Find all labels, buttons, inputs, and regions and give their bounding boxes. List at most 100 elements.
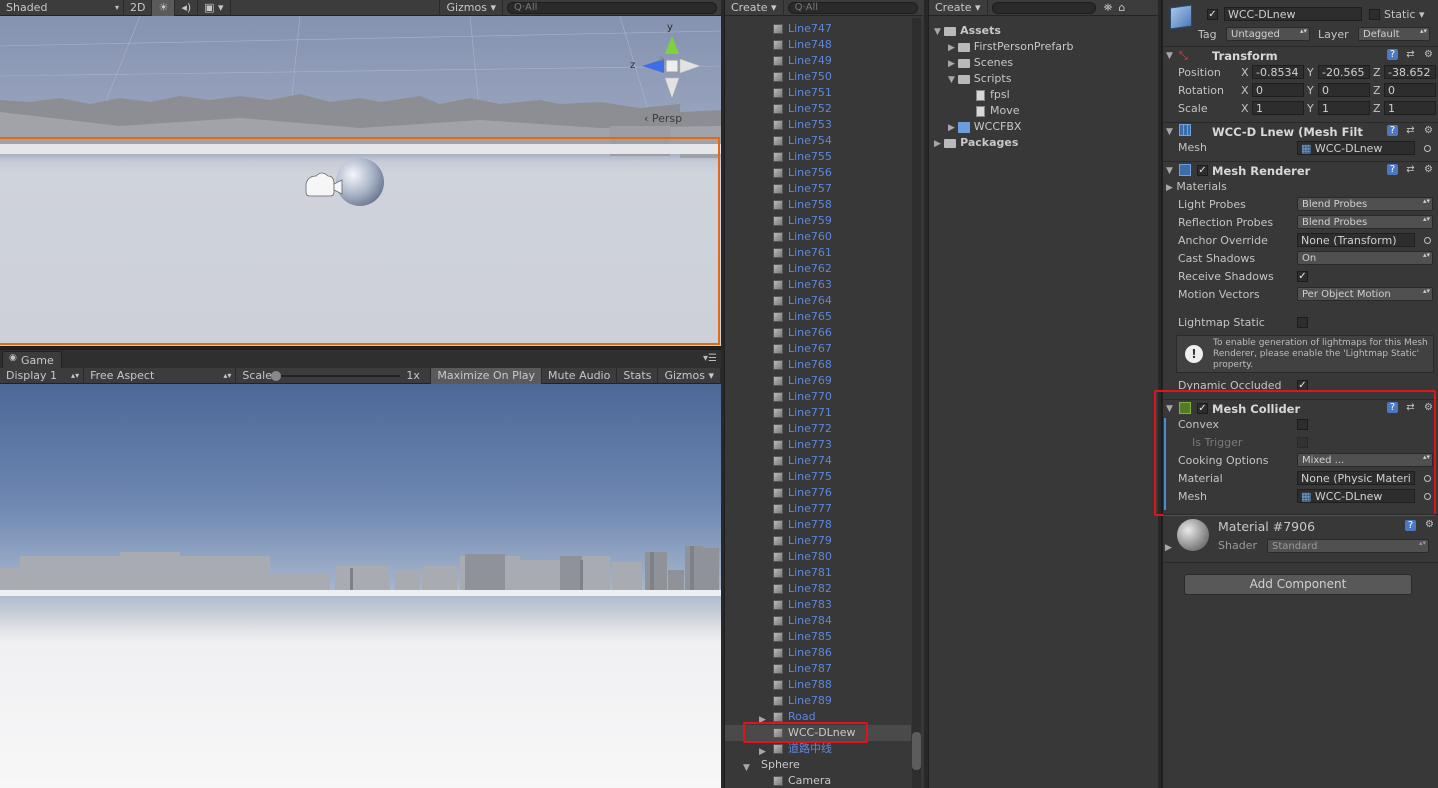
preset-icon[interactable]: ⇄ <box>1405 49 1416 60</box>
hierarchy-item[interactable]: Line764 <box>725 293 911 309</box>
project-search-input[interactable] <box>991 1 1096 14</box>
gear-icon[interactable]: ⚙ <box>1423 125 1434 136</box>
effects-dropdown-icon[interactable]: ▣ ▾ <box>198 0 231 16</box>
preset-icon[interactable]: ⇄ <box>1405 125 1416 136</box>
hierarchy-scroll-thumb[interactable] <box>912 732 921 770</box>
materials-foldout[interactable]: ▶ Materials <box>1166 180 1227 193</box>
lighting-toggle-icon[interactable]: ☀ <box>152 0 176 16</box>
mesh-filter-header[interactable]: ▼ WCC-D Lnew (Mesh Filt ? ⇄ ⚙ <box>1163 122 1438 140</box>
hierarchy-item[interactable]: Line768 <box>725 357 911 373</box>
hierarchy-item[interactable]: Line775 <box>725 469 911 485</box>
static-checkbox[interactable] <box>1369 9 1380 20</box>
scale-y-field[interactable]: 1 <box>1318 101 1370 115</box>
position-axis-label[interactable]: X <box>1241 66 1249 79</box>
help-icon[interactable]: ? <box>1387 49 1398 60</box>
rotation-axis-label[interactable]: Y <box>1307 84 1314 97</box>
mesh-renderer-enabled-checkbox[interactable]: ✓ <box>1197 165 1208 176</box>
hierarchy-item[interactable]: Line750 <box>725 69 911 85</box>
folder-firstpersonprefarb[interactable]: ▶ FirstPersonPrefarb <box>948 39 1074 55</box>
light-probes-dropdown[interactable]: Blend Probes <box>1297 197 1433 211</box>
hierarchy-item[interactable]: Line785 <box>725 629 911 645</box>
hierarchy-item[interactable]: Line774 <box>725 453 911 469</box>
hierarchy-item[interactable]: Line766 <box>725 325 911 341</box>
hierarchy-item[interactable]: Line783 <box>725 597 911 613</box>
hierarchy-item[interactable]: Line754 <box>725 133 911 149</box>
gear-icon[interactable]: ⚙ <box>1423 164 1434 175</box>
game-view[interactable] <box>0 384 721 788</box>
scale-axis-label[interactable]: X <box>1241 102 1249 115</box>
motion-vectors-dropdown[interactable]: Per Object Motion <box>1297 287 1433 301</box>
cast-shadows-dropdown[interactable]: On <box>1297 251 1433 265</box>
audio-toggle-icon[interactable]: ◂) <box>175 0 199 16</box>
hierarchy-item[interactable]: Line782 <box>725 581 911 597</box>
hierarchy-item[interactable]: Line777 <box>725 501 911 517</box>
active-checkbox[interactable]: ✓ <box>1207 9 1218 20</box>
layer-dropdown[interactable]: Default <box>1358 27 1430 41</box>
hierarchy-item[interactable]: Line760 <box>725 229 911 245</box>
folder-scenes[interactable]: ▶ Scenes <box>948 55 1013 71</box>
add-component-button[interactable]: Add Component <box>1184 574 1412 595</box>
file-move[interactable]: Move <box>976 103 1020 119</box>
scale-z-field[interactable]: 1 <box>1384 101 1436 115</box>
hierarchy-item[interactable]: Line765 <box>725 309 911 325</box>
hierarchy-item[interactable]: Line751 <box>725 85 911 101</box>
persp-label[interactable]: ‹ Persp <box>644 112 682 125</box>
display-dropdown[interactable]: Display 1 ▴▾ <box>0 367 85 384</box>
filter-label-icon[interactable]: ⌂ <box>1118 1 1125 14</box>
rotation-z-field[interactable]: 0 <box>1384 83 1436 97</box>
mesh-renderer-header[interactable]: ▼ ✓ Mesh Renderer ? ⇄ ⚙ <box>1163 161 1438 179</box>
scale-thumb[interactable] <box>271 370 282 381</box>
mesh-filter-mesh-field[interactable]: ▦ WCC-DLnew <box>1297 141 1415 155</box>
hierarchy-item[interactable]: Line758 <box>725 197 911 213</box>
hierarchy-item[interactable]: Line755 <box>725 149 911 165</box>
transform-header[interactable]: ▼ ⤡ Transform ? ⇄ ⚙ <box>1163 46 1438 64</box>
reflection-probes-dropdown[interactable]: Blend Probes <box>1297 215 1433 229</box>
hierarchy-item[interactable]: Line776 <box>725 485 911 501</box>
hierarchy-item[interactable]: Line749 <box>725 53 911 69</box>
help-icon[interactable]: ? <box>1387 125 1398 136</box>
gear-icon[interactable]: ⚙ <box>1423 49 1434 60</box>
rotation-y-field[interactable]: 0 <box>1318 83 1370 97</box>
tab-menu-icon[interactable]: ▾☰ <box>703 353 717 364</box>
hierarchy-item[interactable]: Line763 <box>725 277 911 293</box>
object-picker-icon[interactable] <box>1424 237 1431 244</box>
hierarchy-item[interactable]: Line767 <box>725 341 911 357</box>
asset-wccfbx[interactable]: ▶ WCCFBX <box>948 119 1021 135</box>
hierarchy-item[interactable]: Line759 <box>725 213 911 229</box>
hierarchy-item[interactable]: Line770 <box>725 389 911 405</box>
hierarchy-item[interactable]: Line789 <box>725 693 911 709</box>
hierarchy-item-camera[interactable]: Camera <box>725 773 911 788</box>
rotation-axis-label[interactable]: Z <box>1373 84 1381 97</box>
file-fpsl[interactable]: fpsl <box>976 87 1010 103</box>
hierarchy-item[interactable]: Line773 <box>725 437 911 453</box>
hierarchy-item[interactable]: Line757 <box>725 181 911 197</box>
game-gizmos-dropdown[interactable]: Gizmos ▾ <box>658 367 721 384</box>
hierarchy-item[interactable]: Line786 <box>725 645 911 661</box>
hierarchy-item-sphere[interactable]: ▼ Sphere <box>725 757 911 773</box>
scale-x-field[interactable]: 1 <box>1252 101 1304 115</box>
scene-gizmos-dropdown[interactable]: Gizmos ▾ <box>439 0 503 16</box>
scale-axis-label[interactable]: Y <box>1307 102 1314 115</box>
object-name-field[interactable]: WCC-DLnew <box>1224 7 1362 21</box>
rotation-axis-label[interactable]: X <box>1241 84 1249 97</box>
position-x-field[interactable]: -0.8534 <box>1252 65 1304 79</box>
anchor-override-field[interactable]: None (Transform) <box>1297 233 1415 247</box>
hierarchy-scrollbar[interactable] <box>912 18 921 788</box>
help-icon[interactable]: ? <box>1405 520 1416 531</box>
hierarchy-item[interactable]: Line772 <box>725 421 911 437</box>
position-axis-label[interactable]: Z <box>1373 66 1381 79</box>
folder-assets[interactable]: ▼ Assets <box>934 23 1001 39</box>
hierarchy-item[interactable]: Line780 <box>725 549 911 565</box>
object-picker-icon[interactable] <box>1424 145 1431 152</box>
tab-game[interactable]: ◉ Game <box>2 351 62 368</box>
mute-audio-toggle[interactable]: Mute Audio <box>542 367 618 384</box>
hierarchy-item[interactable]: Line752 <box>725 101 911 117</box>
receive-shadows-checkbox[interactable]: ✓ <box>1297 271 1308 282</box>
maximize-on-play-toggle[interactable]: Maximize On Play <box>431 367 543 384</box>
shader-dropdown[interactable]: Standard <box>1267 539 1429 553</box>
lightmap-static-checkbox[interactable] <box>1297 317 1308 328</box>
hierarchy-item[interactable]: Line784 <box>725 613 911 629</box>
hierarchy-item[interactable]: Line756 <box>725 165 911 181</box>
scene-search-input[interactable]: Q·All <box>507 1 717 14</box>
scale-axis-label[interactable]: Z <box>1373 102 1381 115</box>
